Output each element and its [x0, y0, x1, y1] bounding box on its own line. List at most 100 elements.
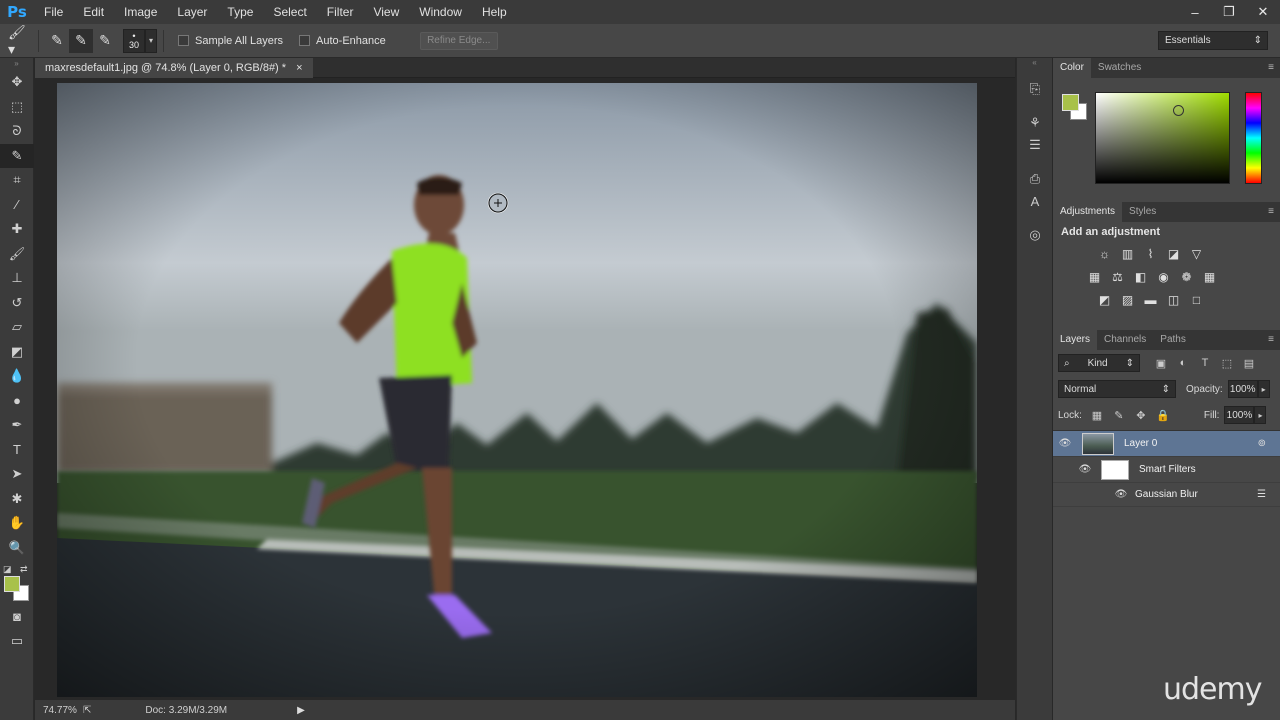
- screen-mode-icon[interactable]: ▭: [0, 629, 34, 654]
- curves-icon[interactable]: ⌇: [1139, 246, 1162, 262]
- custom-shape-tool-icon[interactable]: ✱: [0, 487, 34, 512]
- auto-enhance-option[interactable]: Auto-Enhance: [299, 35, 386, 47]
- filter-shape-icon[interactable]: ⬚: [1216, 357, 1238, 370]
- fill-field[interactable]: 100%: [1224, 406, 1255, 424]
- properties-panel-icon[interactable]: ☰: [1017, 134, 1053, 156]
- invert-icon[interactable]: ◩: [1093, 292, 1116, 308]
- panel-foreground-color[interactable]: [1062, 94, 1079, 111]
- pen-tool-icon[interactable]: ✒: [0, 413, 34, 438]
- visibility-eye-icon[interactable]: 👁: [1073, 464, 1097, 475]
- tab-layers[interactable]: Layers: [1053, 330, 1098, 350]
- fill-dropdown-icon[interactable]: ▸: [1254, 406, 1267, 424]
- color-picker-ring-icon[interactable]: [1173, 105, 1184, 116]
- foreground-color[interactable]: [4, 576, 20, 592]
- image-canvas[interactable]: [57, 83, 977, 697]
- menu-layer[interactable]: Layer: [167, 0, 217, 24]
- tab-color[interactable]: Color: [1053, 58, 1091, 78]
- new-selection-brush-icon[interactable]: ✎: [45, 29, 69, 53]
- hand-tool-icon[interactable]: ✋: [0, 511, 34, 536]
- brush-tool-icon[interactable]: 🖌: [0, 242, 34, 267]
- quick-selection-tool-icon[interactable]: ✎: [0, 143, 34, 168]
- tab-styles[interactable]: Styles: [1122, 202, 1163, 222]
- marquee-tool-icon[interactable]: ⬚: [0, 95, 34, 120]
- eraser-tool-icon[interactable]: ▱: [0, 315, 34, 340]
- photo-filter-icon[interactable]: ◉: [1152, 269, 1175, 285]
- menu-type[interactable]: Type: [217, 0, 263, 24]
- quick-mask-icon[interactable]: ◙: [0, 604, 34, 629]
- move-tool-icon[interactable]: ✥: [0, 70, 34, 95]
- lock-transparent-icon[interactable]: ▦: [1086, 409, 1108, 422]
- menu-select[interactable]: Select: [263, 0, 316, 24]
- hue-saturation-icon[interactable]: ▦: [1083, 269, 1106, 285]
- levels-icon[interactable]: ▥: [1116, 246, 1139, 262]
- character-panel-icon[interactable]: A: [1017, 190, 1053, 212]
- brush-size-picker[interactable]: • 30: [123, 28, 145, 53]
- swap-colors-icon[interactable]: ⇄: [20, 564, 28, 575]
- menu-image[interactable]: Image: [114, 0, 167, 24]
- status-menu-arrow-icon[interactable]: ▶: [297, 705, 305, 716]
- hue-slider[interactable]: [1245, 92, 1262, 184]
- menu-window[interactable]: Window: [409, 0, 472, 24]
- color-balance-icon[interactable]: ⚖: [1106, 269, 1129, 285]
- filter-options-icon[interactable]: ☰: [1257, 489, 1266, 500]
- lock-position-icon[interactable]: ✥: [1130, 409, 1152, 422]
- layer-row-gaussian-blur[interactable]: 👁 Gaussian Blur ☰: [1053, 483, 1280, 507]
- tab-adjustments[interactable]: Adjustments: [1053, 202, 1123, 222]
- threshold-icon[interactable]: ▬: [1139, 292, 1162, 308]
- layer-row-smart-filters[interactable]: 👁 Smart Filters: [1053, 457, 1280, 483]
- close-button[interactable]: ✕: [1246, 0, 1280, 24]
- filter-type-icon[interactable]: T: [1194, 357, 1216, 369]
- visibility-eye-icon[interactable]: 👁: [1109, 489, 1133, 500]
- visibility-eye-icon[interactable]: 👁: [1053, 438, 1077, 449]
- layer-row-layer-0[interactable]: 👁 Layer 0 ⊚: [1053, 431, 1280, 457]
- 3d-panel-icon[interactable]: ◎: [1017, 224, 1053, 246]
- panel-menu-icon[interactable]: ≡: [1268, 334, 1274, 345]
- menu-filter[interactable]: Filter: [317, 0, 364, 24]
- expand-panels-icon[interactable]: «: [1017, 58, 1052, 70]
- document-tab[interactable]: maxresdefault1.jpg @ 74.8% (Layer 0, RGB…: [35, 58, 313, 78]
- brush-presets-icon[interactable]: ⚘: [1017, 112, 1053, 134]
- panel-menu-icon[interactable]: ≡: [1268, 62, 1274, 73]
- filter-smart-object-icon[interactable]: ▤: [1238, 357, 1260, 370]
- color-field[interactable]: [1095, 92, 1230, 184]
- panel-collapse-icon[interactable]: »: [0, 58, 33, 70]
- workspace-select[interactable]: Essentials ⇕: [1158, 31, 1268, 50]
- filter-pixel-icon[interactable]: ▣: [1150, 357, 1172, 370]
- sample-all-layers-option[interactable]: Sample All Layers: [178, 35, 283, 47]
- menu-file[interactable]: File: [34, 0, 73, 24]
- opacity-dropdown-icon[interactable]: ▸: [1257, 380, 1270, 398]
- export-icon[interactable]: ⇱: [83, 705, 91, 716]
- brush-size-dropdown-icon[interactable]: ▾: [145, 28, 157, 53]
- path-selection-tool-icon[interactable]: ➤: [0, 462, 34, 487]
- channel-mixer-icon[interactable]: ❁: [1175, 269, 1198, 285]
- crop-tool-icon[interactable]: ⌗: [0, 168, 34, 193]
- filter-adjustment-icon[interactable]: ◐: [1172, 357, 1194, 369]
- gradient-map-icon[interactable]: ◫: [1162, 292, 1185, 308]
- color-lookup-icon[interactable]: ▦: [1198, 269, 1221, 285]
- panel-menu-icon[interactable]: ≡: [1268, 206, 1274, 217]
- history-brush-tool-icon[interactable]: ↺: [0, 291, 34, 316]
- opacity-field[interactable]: 100%: [1227, 380, 1258, 398]
- blur-tool-icon[interactable]: 💧: [0, 364, 34, 389]
- exposure-icon[interactable]: ◪: [1162, 246, 1185, 262]
- sample-all-layers-checkbox[interactable]: [178, 35, 189, 46]
- zoom-tool-icon[interactable]: 🔍: [0, 536, 34, 561]
- history-panel-icon[interactable]: ⎘: [1017, 78, 1053, 100]
- blend-mode-select[interactable]: Normal ⇕: [1058, 380, 1176, 398]
- default-colors-icon[interactable]: ◪: [3, 564, 12, 575]
- clone-source-icon[interactable]: ⎙: [1017, 168, 1053, 190]
- posterize-icon[interactable]: ▨: [1116, 292, 1139, 308]
- vibrance-icon[interactable]: ▽: [1185, 246, 1208, 262]
- menu-edit[interactable]: Edit: [73, 0, 114, 24]
- selective-color-icon[interactable]: □: [1185, 292, 1208, 308]
- minimize-button[interactable]: –: [1178, 0, 1212, 24]
- tool-preset-picker-icon[interactable]: 🖌▾: [8, 24, 32, 57]
- refine-edge-button[interactable]: Refine Edge...: [419, 31, 498, 50]
- brightness-contrast-icon[interactable]: ☼: [1093, 246, 1116, 262]
- lasso-tool-icon[interactable]: ᘐ: [0, 119, 34, 144]
- zoom-level-field[interactable]: 74.77%: [35, 705, 83, 716]
- tab-swatches[interactable]: Swatches: [1091, 58, 1148, 78]
- close-tab-icon[interactable]: ×: [296, 58, 302, 78]
- subtract-from-selection-icon[interactable]: ✎: [93, 29, 117, 53]
- auto-enhance-checkbox[interactable]: [299, 35, 311, 46]
